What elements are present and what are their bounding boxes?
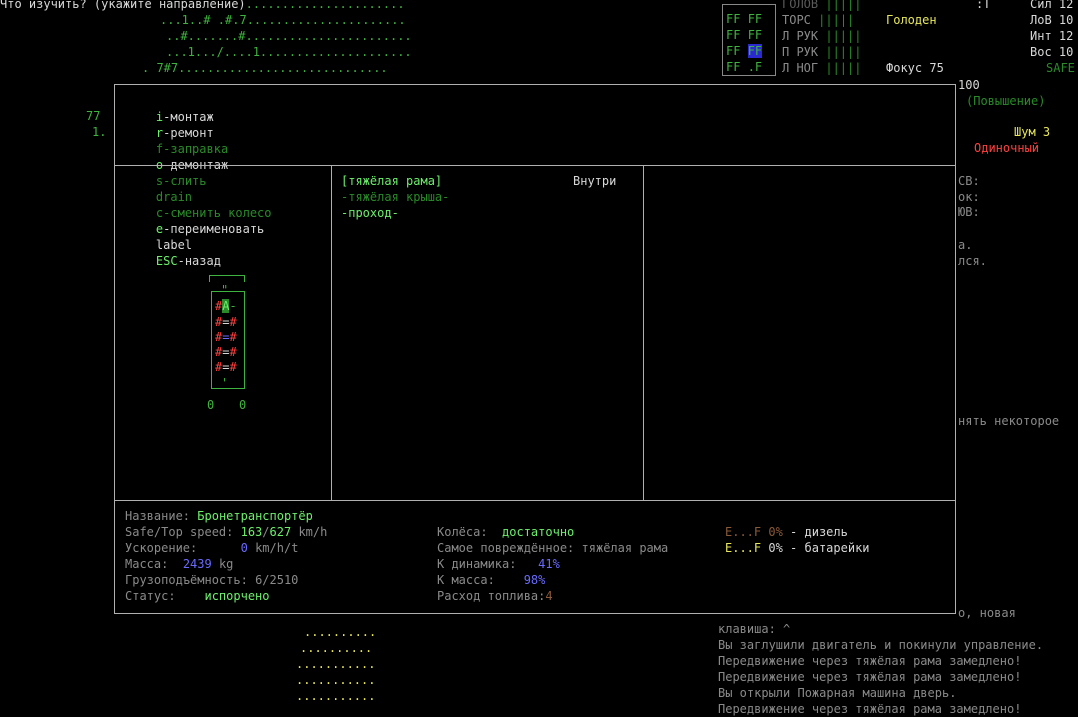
cmd-install[interactable]: i-монтаж xyxy=(156,110,214,124)
vehicle-name: Название: Бронетранспортёр xyxy=(125,509,313,523)
stat-int: Инт 12 xyxy=(1030,29,1074,43)
log-fragment: а. xyxy=(958,238,973,252)
limb-cell: FF FF xyxy=(726,28,763,42)
direction-ne: СВ: xyxy=(958,174,980,188)
direction-ok: ок: xyxy=(958,190,980,204)
log-message: Передвижение через тяжёлая рама замедлен… xyxy=(718,654,1022,668)
log-message: Передвижение через тяжёлая рама замедлен… xyxy=(718,702,1022,716)
map-row: ........... xyxy=(296,673,376,687)
vehicle-row: #=# xyxy=(215,330,237,344)
fuel-tank-diesel: E...F 0% - дизель xyxy=(725,525,848,539)
body-part-row: Л РУК ||||| xyxy=(782,29,862,43)
vehicle-speed: Safe/Top speed: 163/627 km/h xyxy=(125,525,328,539)
vehicle-interaction-window: i-монтаж r-ремонт f-заправка o-демонтаж … xyxy=(114,84,956,614)
vehicle-row: #=# xyxy=(215,345,237,359)
cmd-label[interactable]: label xyxy=(156,238,192,252)
vehicle-count: 0 xyxy=(239,398,247,412)
map-row: . 7#7............................. xyxy=(142,61,388,75)
fire-mode: Одиночный xyxy=(974,141,1040,155)
part-list-item[interactable]: -проход- xyxy=(341,205,399,221)
map-row: ...1.../....1..................... xyxy=(166,45,412,59)
vehicle-row: #A- xyxy=(215,299,237,313)
level-value: 100 xyxy=(958,78,980,92)
part-list-item[interactable]: -тяжёлая крыша- xyxy=(341,189,449,205)
hunger-status: Голоден xyxy=(886,13,937,27)
cmd-back[interactable]: ESC-назад xyxy=(156,254,221,268)
most-damaged: Самое повреждённое: тяжёлая рама xyxy=(437,541,669,555)
cmd-change-wheel[interactable]: c-сменить колесо xyxy=(156,206,272,220)
body-part-row: ГОЛОВ ||||| xyxy=(782,0,862,11)
stat-per: Вос 10 xyxy=(1030,45,1074,59)
log-fragment: лся. xyxy=(958,254,987,268)
fuel-usage: Расход топлива:4 xyxy=(437,589,553,603)
direction-se: ЮВ: xyxy=(958,205,980,219)
cmd-refill[interactable]: f-заправка xyxy=(156,142,228,156)
command-bar: i-монтаж r-ремонт f-заправка o-демонтаж … xyxy=(127,93,272,285)
map-row: .......... xyxy=(300,641,373,655)
body-part-row: П РУК ||||| xyxy=(782,45,862,59)
vehicle-count: 0 xyxy=(207,398,215,412)
limb-cell: FF FF xyxy=(726,12,763,26)
k-mass: К масса: 98% xyxy=(437,573,546,587)
safe-mode-indicator: SAFE xyxy=(1046,61,1075,75)
stat-dex: ЛоВ 10 xyxy=(1030,13,1074,27)
log-message: Передвижение через тяжёлая рама замедлен… xyxy=(718,670,1022,684)
vehicle-acceleration: Ускорение: 0 km/h/t xyxy=(125,541,299,555)
left-number: 77 xyxy=(86,109,101,123)
log-message: Вы открыли Пожарная машина дверь. xyxy=(718,686,957,700)
k-dynamics: К динамика: 41% xyxy=(437,557,560,571)
map-row: ...1..# .#.7...................... xyxy=(160,13,406,27)
vehicle-row: #=# xyxy=(215,360,237,374)
focus-status: Фокус 75 xyxy=(886,61,944,75)
map-row: .......... xyxy=(304,625,377,639)
body-part-row: Л НОГ ||||| xyxy=(782,61,862,75)
vehicle-tile: " xyxy=(221,283,229,297)
log-message: клавиша: ^ xyxy=(718,622,791,636)
stat-str: Сил 12 xyxy=(1030,0,1074,11)
noise-level: Шум 3 xyxy=(1014,125,1051,139)
log-fragment: о, новая xyxy=(958,606,1016,620)
vehicle-cargo: Грузоподъёмность: 6/2510 xyxy=(125,573,299,587)
raise-label: (Повышение) xyxy=(966,94,1046,108)
vehicle-mass: Масса: 2439 kg xyxy=(125,557,234,571)
colon-t: :T xyxy=(976,0,991,11)
vehicle-status: Статус: испорчено xyxy=(125,589,270,603)
body-part-row: ТОРС ||||| xyxy=(782,13,855,27)
vehicle-tile: ' xyxy=(221,376,229,390)
cmd-repair[interactable]: r-ремонт xyxy=(156,126,214,140)
limb-grid: FF FF FF FF FF FF FF .F xyxy=(722,4,776,76)
vehicle-row: #=# xyxy=(215,315,237,329)
part-location: Внутри xyxy=(573,174,617,188)
selected-part-header[interactable]: [тяжёлая рама] xyxy=(341,173,442,189)
log-fragment: нять некоторое xyxy=(958,414,1060,428)
log-message: Вы заглушили двигатель и покинули управл… xyxy=(718,638,1044,652)
cmd-siphon[interactable]: s-слить xyxy=(156,174,207,188)
cmd-rename[interactable]: e-переименовать xyxy=(156,222,264,236)
look-prompt: Что изучить? (укажите направление)......… xyxy=(0,0,405,11)
fuel-tank-battery: E...F 0% - батарейки xyxy=(725,541,870,555)
limb-cell: FF FF xyxy=(726,44,763,58)
left-number: 1. xyxy=(92,125,107,139)
map-row: ........... xyxy=(296,689,376,703)
limb-cell: FF .F xyxy=(726,60,763,74)
map-row: ..#.......#....................... xyxy=(166,29,412,43)
cmd-drain[interactable]: drain xyxy=(156,190,192,204)
wheels-status: Колёса: достаточно xyxy=(437,525,575,539)
map-row: ........... xyxy=(296,657,376,671)
